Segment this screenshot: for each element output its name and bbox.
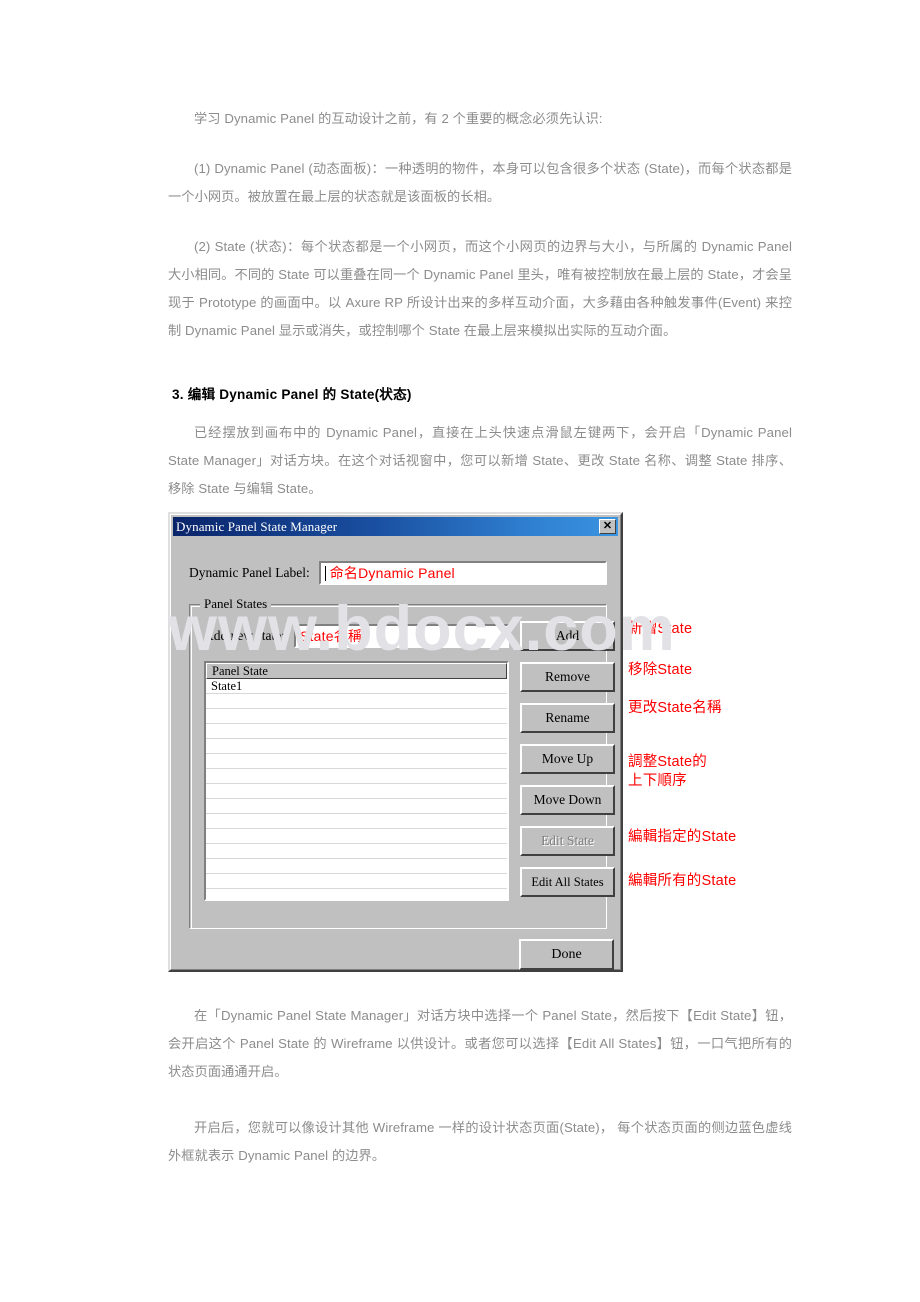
dynamic-panel-label-input[interactable]: 命名Dynamic Panel xyxy=(318,561,607,585)
annotation-edit-all-states: 編輯所有的State xyxy=(628,873,737,889)
panel-states-groupbox: Panel States Add new state: State名稱 Pane… xyxy=(189,596,615,929)
done-button[interactable]: Done xyxy=(519,939,614,970)
dialog-inner-frame: Dynamic Panel State Manager ✕ Dynamic Pa… xyxy=(170,514,621,970)
close-icon-glyph: ✕ xyxy=(602,520,613,532)
annotation-edit-state: 編輯指定的State xyxy=(628,829,737,845)
paragraph-open-state-manager: 已经摆放到画布中的 Dynamic Panel，直接在上头快速点滑鼠左键两下，会… xyxy=(168,425,792,496)
panel-state-list-item[interactable] xyxy=(206,709,507,724)
move-down-button[interactable]: Move Down xyxy=(520,785,615,815)
document-page: 学习 Dynamic Panel 的互动设计之前，有 2 个重要的概念必须先认识… xyxy=(0,0,920,1302)
panel-state-list-item[interactable] xyxy=(206,799,507,814)
dialog-title: Dynamic Panel State Manager xyxy=(176,518,338,534)
dynamic-panel-label-caption: Dynamic Panel Label: xyxy=(189,565,310,580)
add-new-state-caption: Add new state: xyxy=(204,628,285,643)
panel-state-list-item[interactable] xyxy=(206,859,507,874)
dynamic-panel-state-manager-dialog: Dynamic Panel State Manager ✕ Dynamic Pa… xyxy=(168,512,623,972)
panel-state-list-item[interactable] xyxy=(206,694,507,709)
panel-states-groupbox-title: Panel States xyxy=(200,596,272,612)
move-up-button[interactable]: Move Up xyxy=(520,744,615,774)
paragraph-intro: 学习 Dynamic Panel 的互动设计之前，有 2 个重要的概念必须先认识… xyxy=(194,111,603,126)
panel-state-list-item[interactable] xyxy=(206,829,507,844)
panel-state-list-item[interactable] xyxy=(206,739,507,754)
panel-state-list-item[interactable] xyxy=(206,874,507,889)
remove-button[interactable]: Remove xyxy=(520,662,615,692)
rename-button[interactable]: Rename xyxy=(520,703,615,733)
panel-state-list-item[interactable] xyxy=(206,724,507,739)
annotation-add: 新增State xyxy=(628,621,693,637)
dialog-titlebar: Dynamic Panel State Manager ✕ xyxy=(173,517,618,536)
panel-state-list-item[interactable] xyxy=(206,844,507,859)
add-new-state-value: State名稱 xyxy=(299,628,363,644)
panel-state-list[interactable]: Panel State State1 xyxy=(204,661,509,901)
annotation-rename: 更改State名稱 xyxy=(628,700,722,716)
dialog-client-area: Dynamic Panel Label: 命名Dynamic Panel Pan… xyxy=(173,536,618,970)
text-caret xyxy=(324,565,326,581)
document-text-lower: 在「Dynamic Panel State Manager」对话方块中选择一个 … xyxy=(168,1002,792,1170)
section-heading-wrapper: 3. 编辑 Dynamic Panel 的 State(状态) xyxy=(168,381,792,409)
panel-state-list-item[interactable] xyxy=(206,754,507,769)
panel-state-list-header: Panel State xyxy=(206,663,507,679)
section-heading: 3. 编辑 Dynamic Panel 的 State(状态) xyxy=(172,387,412,402)
panel-state-list-item[interactable]: State1 xyxy=(206,679,507,694)
document-text-upper: 学习 Dynamic Panel 的互动设计之前，有 2 个重要的概念必须先认识… xyxy=(168,105,792,503)
paragraph-state-def: (2) State (状态)：每个状态都是一个小网页，而这个小网页的边界与大小，… xyxy=(168,239,792,338)
add-new-state-input[interactable]: State名稱 xyxy=(293,624,509,648)
close-icon[interactable]: ✕ xyxy=(599,519,616,534)
paragraph-dynamic-panel-def: (1) Dynamic Panel (动态面板)：一种透明的物件，本身可以包含很… xyxy=(168,161,792,204)
panel-state-list-item[interactable] xyxy=(206,784,507,799)
edit-state-button: Edit State xyxy=(520,826,615,856)
panel-state-list-item[interactable] xyxy=(206,769,507,784)
paragraph-wireframe-border: 开启后，您就可以像设计其他 Wireframe 一样的设计状态页面(State)… xyxy=(168,1120,792,1163)
paragraph-edit-state-usage: 在「Dynamic Panel State Manager」对话方块中选择一个 … xyxy=(168,1008,792,1079)
dynamic-panel-label-row: Dynamic Panel Label: 命名Dynamic Panel xyxy=(189,560,607,586)
add-button[interactable]: Add xyxy=(520,621,615,651)
add-new-state-row: Add new state: State名稱 xyxy=(204,623,509,649)
annotation-remove: 移除State xyxy=(628,662,693,678)
annotation-move: 調整State的 上下順序 xyxy=(628,754,707,789)
panel-state-list-item[interactable] xyxy=(206,889,507,899)
panel-state-list-item[interactable] xyxy=(206,814,507,829)
dynamic-panel-label-value: 命名Dynamic Panel xyxy=(329,565,455,581)
edit-all-states-button[interactable]: Edit All States xyxy=(520,867,615,897)
panel-state-list-rows: State1 xyxy=(206,679,507,899)
